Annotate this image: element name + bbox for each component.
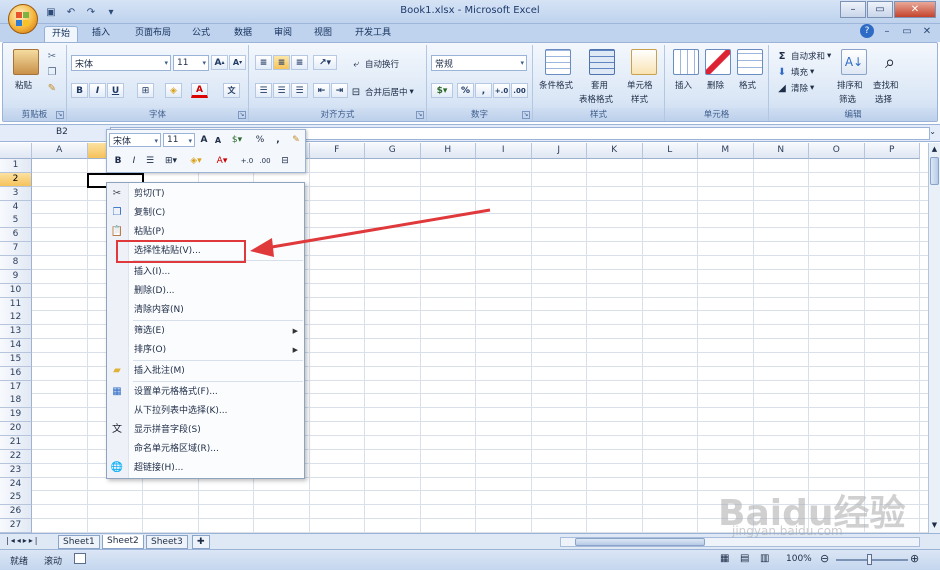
annotation-arrow: [250, 208, 491, 257]
